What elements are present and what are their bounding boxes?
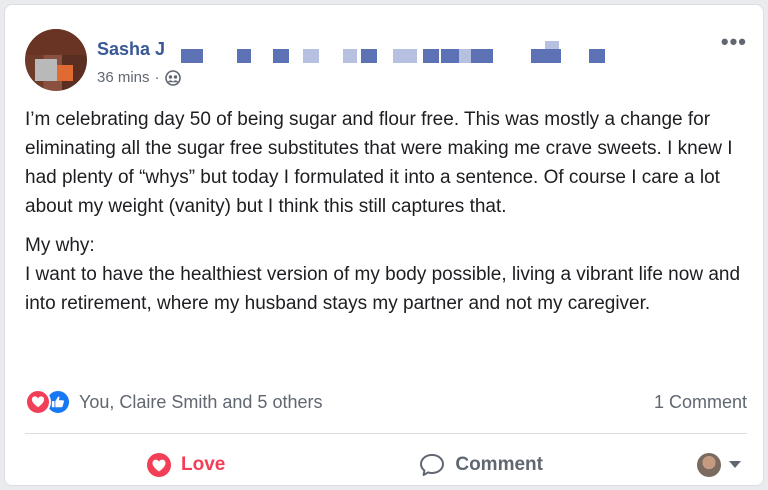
reactions-text[interactable]: You, Claire Smith and 5 others bbox=[79, 392, 322, 413]
post-paragraph: My why: bbox=[25, 235, 95, 256]
divider bbox=[25, 433, 747, 434]
comment-button[interactable]: Comment bbox=[419, 453, 543, 477]
author-avatar[interactable] bbox=[25, 29, 87, 91]
post-paragraph: I want to have the healthiest version of… bbox=[25, 264, 741, 314]
comment-icon bbox=[420, 454, 445, 476]
reactions-summary[interactable]: You, Claire Smith and 5 others bbox=[25, 389, 322, 415]
love-icon bbox=[147, 453, 171, 477]
friends-icon[interactable] bbox=[164, 69, 181, 86]
post-card: Sasha J 36 mins · ••• I’m celebrating da… bbox=[4, 4, 764, 486]
user-avatar bbox=[696, 453, 721, 477]
more-icon: ••• bbox=[720, 29, 747, 54]
reactions-bar: You, Claire Smith and 5 others 1 Comment bbox=[25, 389, 747, 415]
react-as-selector[interactable] bbox=[696, 453, 741, 477]
post-timestamp[interactable]: 36 mins bbox=[97, 69, 150, 86]
comment-label: Comment bbox=[455, 454, 543, 475]
chevron-down-icon bbox=[728, 461, 741, 468]
author-name[interactable]: Sasha J bbox=[97, 39, 165, 60]
post-paragraph: I’m celebrating day 50 of being sugar an… bbox=[25, 109, 733, 217]
love-label: Love bbox=[181, 454, 226, 475]
more-options-button[interactable]: ••• bbox=[721, 29, 747, 55]
meta-separator: · bbox=[154, 69, 160, 86]
post-meta: 36 mins · bbox=[97, 69, 181, 86]
love-button[interactable]: Love bbox=[147, 453, 225, 477]
post-body: I’m celebrating day 50 of being sugar an… bbox=[25, 105, 749, 328]
comments-count[interactable]: 1 Comment bbox=[654, 392, 747, 413]
heart-icon bbox=[25, 389, 51, 415]
action-bar: Love Comment bbox=[25, 445, 747, 485]
